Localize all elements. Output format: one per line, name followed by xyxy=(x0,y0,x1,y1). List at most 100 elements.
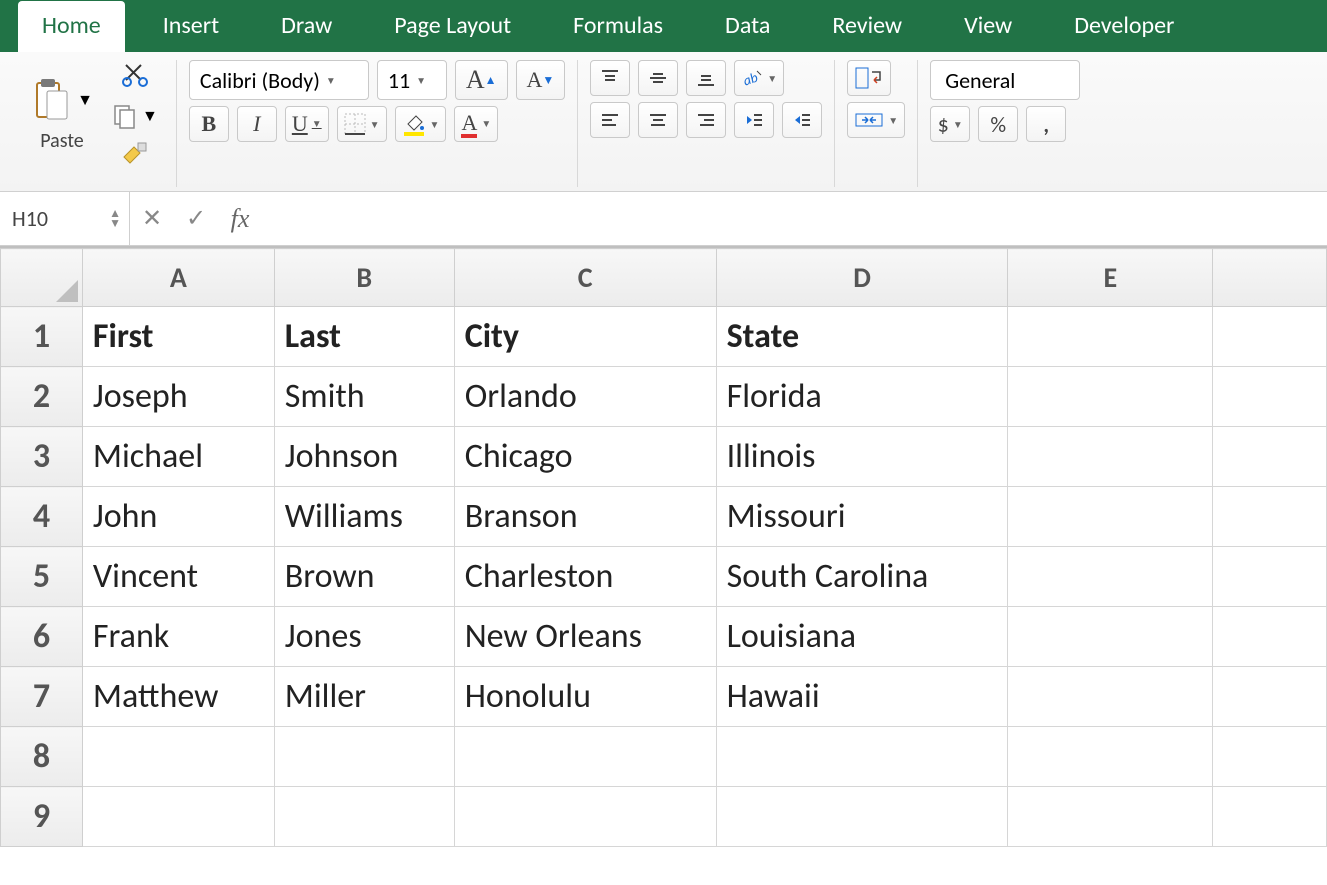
cell-D4[interactable]: Missouri xyxy=(716,487,1008,547)
font-size-select[interactable]: 11 ▼ xyxy=(377,60,447,100)
col-header-E[interactable]: E xyxy=(1008,249,1213,307)
cell-B7[interactable]: Miller xyxy=(274,667,454,727)
col-header-B[interactable]: B xyxy=(274,249,454,307)
paste-button[interactable]: ▼ Paste xyxy=(26,77,98,153)
cell-C8[interactable] xyxy=(454,727,716,787)
increase-indent-button[interactable] xyxy=(782,102,822,138)
row-header-2[interactable]: 2 xyxy=(1,367,83,427)
cell-E7[interactable] xyxy=(1008,667,1213,727)
cell-B5[interactable]: Brown xyxy=(274,547,454,607)
confirm-formula-button[interactable]: ✓ xyxy=(174,192,218,245)
cell-C4[interactable]: Branson xyxy=(454,487,716,547)
cell-D3[interactable]: Illinois xyxy=(716,427,1008,487)
tab-insert[interactable]: Insert xyxy=(139,1,243,52)
tab-data[interactable]: Data xyxy=(701,1,794,52)
align-center-button[interactable] xyxy=(638,102,678,138)
align-right-button[interactable] xyxy=(686,102,726,138)
cell-E4[interactable] xyxy=(1008,487,1213,547)
insert-function-button[interactable]: fx xyxy=(218,192,262,245)
col-header-F[interactable] xyxy=(1213,249,1327,307)
underline-button[interactable]: U▼ xyxy=(285,106,329,142)
formula-input[interactable] xyxy=(262,192,1327,245)
cell-B3[interactable]: Johnson xyxy=(274,427,454,487)
cell-F5[interactable] xyxy=(1213,547,1327,607)
cell-B1[interactable]: Last xyxy=(274,307,454,367)
cell-B2[interactable]: Smith xyxy=(274,367,454,427)
cell-A2[interactable]: Joseph xyxy=(82,367,274,427)
cell-F1[interactable] xyxy=(1213,307,1327,367)
cell-D1[interactable]: State xyxy=(716,307,1008,367)
row-header-1[interactable]: 1 xyxy=(1,307,83,367)
align-bottom-button[interactable] xyxy=(686,60,726,96)
row-header-7[interactable]: 7 xyxy=(1,667,83,727)
row-header-5[interactable]: 5 xyxy=(1,547,83,607)
percent-button[interactable]: % xyxy=(978,106,1018,142)
cell-E6[interactable] xyxy=(1008,607,1213,667)
row-header-4[interactable]: 4 xyxy=(1,487,83,547)
cell-E9[interactable] xyxy=(1008,787,1213,847)
cell-C1[interactable]: City xyxy=(454,307,716,367)
cell-C5[interactable]: Charleston xyxy=(454,547,716,607)
tab-home[interactable]: Home xyxy=(18,1,125,52)
cell-A7[interactable]: Matthew xyxy=(82,667,274,727)
currency-button[interactable]: $▼ xyxy=(930,106,970,142)
cell-F7[interactable] xyxy=(1213,667,1327,727)
cell-A6[interactable]: Frank xyxy=(82,607,274,667)
orientation-button[interactable]: ab ▼ xyxy=(734,60,784,96)
cell-E8[interactable] xyxy=(1008,727,1213,787)
align-left-button[interactable] xyxy=(590,102,630,138)
align-top-button[interactable] xyxy=(590,60,630,96)
cell-D7[interactable]: Hawaii xyxy=(716,667,1008,727)
cell-A9[interactable] xyxy=(82,787,274,847)
select-all-corner[interactable] xyxy=(1,249,83,307)
merge-button[interactable]: ▼ xyxy=(847,102,905,138)
cell-E3[interactable] xyxy=(1008,427,1213,487)
row-header-3[interactable]: 3 xyxy=(1,427,83,487)
number-format-select[interactable]: General xyxy=(930,60,1080,100)
row-header-9[interactable]: 9 xyxy=(1,787,83,847)
shrink-font-button[interactable]: A▼ xyxy=(516,60,566,100)
cell-D8[interactable] xyxy=(716,727,1008,787)
tab-developer[interactable]: Developer xyxy=(1050,1,1198,52)
cell-B6[interactable]: Jones xyxy=(274,607,454,667)
cell-C9[interactable] xyxy=(454,787,716,847)
cell-A1[interactable]: First xyxy=(82,307,274,367)
bold-button[interactable]: B xyxy=(189,106,229,142)
cell-E5[interactable] xyxy=(1008,547,1213,607)
col-header-D[interactable]: D xyxy=(716,249,1008,307)
decrease-indent-button[interactable] xyxy=(734,102,774,138)
cell-F4[interactable] xyxy=(1213,487,1327,547)
cell-D6[interactable]: Louisiana xyxy=(716,607,1008,667)
cell-E2[interactable] xyxy=(1008,367,1213,427)
copy-button[interactable]: ▼ xyxy=(112,103,158,129)
format-painter-button[interactable] xyxy=(120,139,150,170)
grow-font-button[interactable]: A▲ xyxy=(455,60,508,100)
col-header-C[interactable]: C xyxy=(454,249,716,307)
cell-F8[interactable] xyxy=(1213,727,1327,787)
cell-C3[interactable]: Chicago xyxy=(454,427,716,487)
cell-A8[interactable] xyxy=(82,727,274,787)
italic-button[interactable]: I xyxy=(237,106,277,142)
cell-B4[interactable]: Williams xyxy=(274,487,454,547)
tab-review[interactable]: Review xyxy=(808,1,926,52)
cell-F2[interactable] xyxy=(1213,367,1327,427)
wrap-text-button[interactable] xyxy=(847,60,891,96)
tab-formulas[interactable]: Formulas xyxy=(549,1,687,52)
cell-B9[interactable] xyxy=(274,787,454,847)
cell-A4[interactable]: John xyxy=(82,487,274,547)
name-box[interactable]: H10 ▲▼ xyxy=(0,192,130,245)
tab-view[interactable]: View xyxy=(940,1,1036,52)
row-header-8[interactable]: 8 xyxy=(1,727,83,787)
cell-F9[interactable] xyxy=(1213,787,1327,847)
borders-button[interactable]: ▼ xyxy=(337,106,387,142)
cell-F3[interactable] xyxy=(1213,427,1327,487)
cell-A5[interactable]: Vincent xyxy=(82,547,274,607)
align-middle-button[interactable] xyxy=(638,60,678,96)
cell-A3[interactable]: Michael xyxy=(82,427,274,487)
cancel-formula-button[interactable]: ✕ xyxy=(130,192,174,245)
cell-B8[interactable] xyxy=(274,727,454,787)
cell-D2[interactable]: Florida xyxy=(716,367,1008,427)
comma-button[interactable]: , xyxy=(1026,106,1066,142)
cell-D9[interactable] xyxy=(716,787,1008,847)
cut-button[interactable] xyxy=(121,60,149,93)
